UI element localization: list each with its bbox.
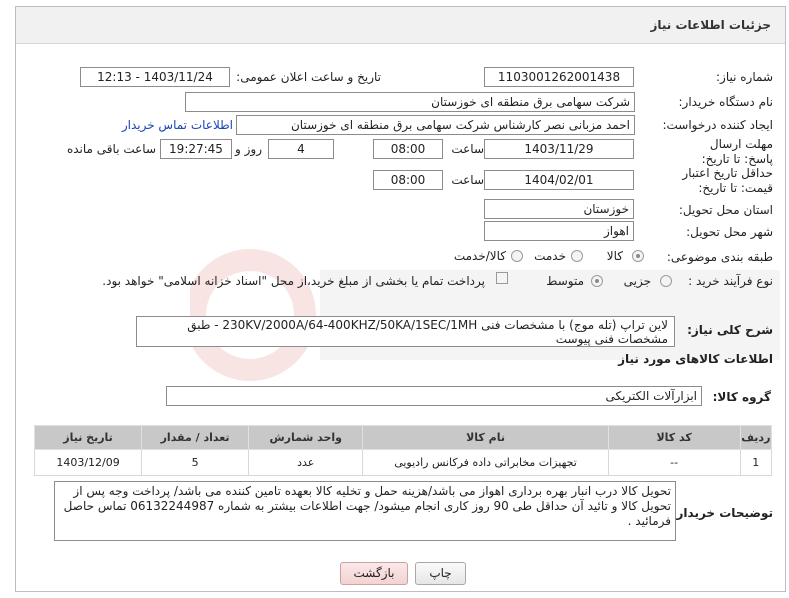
col-date: تاریخ نیاز xyxy=(33,425,143,450)
price-validity-text: حداقل تاریخ اعتبار قیمت: تا تاریخ: xyxy=(682,166,773,195)
category-service-label: خدمت xyxy=(534,249,566,263)
creator-label: ایجاد کننده درخواست: xyxy=(662,118,773,132)
price-time-field: 08:00 xyxy=(373,170,443,190)
process-label: نوع فرآیند خرید : xyxy=(688,274,773,288)
days-label: روز و xyxy=(235,142,262,156)
buyer-org-label: نام دستگاه خریدار: xyxy=(678,95,774,109)
buyer-notes-text: تحویل کالا درب انبار بهره برداری اهواز م… xyxy=(63,484,671,528)
treasury-checkbox[interactable] xyxy=(496,272,508,284)
buyer-notes-box: تحویل کالا درب انبار بهره برداری اهواز م… xyxy=(54,481,676,541)
announce-field: 1403/11/24 - 12:13 xyxy=(80,67,230,87)
reply-time-field: 08:00 xyxy=(373,139,443,159)
city-field: اهواز xyxy=(484,221,634,241)
process-minor-label: جزیی xyxy=(623,274,651,288)
reply-time-label: ساعت xyxy=(451,142,484,156)
category-goods-label: کالا xyxy=(606,249,623,263)
category-radio-goods[interactable] xyxy=(632,250,644,262)
cell-date: 1403/12/09 xyxy=(33,449,143,476)
cell-name: تجهیزات مخابراتی داده فرکانس رادیویی xyxy=(362,449,609,476)
back-button[interactable]: بازگشت xyxy=(340,562,408,585)
cell-code: -- xyxy=(607,449,741,476)
price-time-label: ساعت xyxy=(451,173,484,187)
col-name: نام کالا xyxy=(362,425,609,450)
panel-header: جزئیات اطلاعات نیاز xyxy=(16,7,785,44)
goods-table: ردیف کد کالا نام کالا واحد شمارش تعداد /… xyxy=(33,425,773,476)
remaining-time-field: 19:27:45 xyxy=(160,139,232,159)
creator-field: احمد مزبانی نصر کارشناس شرکت سهامی برق م… xyxy=(236,115,635,135)
description-text: لاین تراپ (تله موج) با مشخصات فنی 230KV/… xyxy=(187,318,668,346)
reply-date-field: 1403/11/29 xyxy=(484,139,634,159)
description-box: لاین تراپ (تله موج) با مشخصات فنی 230KV/… xyxy=(136,316,675,347)
category-radio-goods-service[interactable] xyxy=(511,250,523,262)
table-row: 1 -- تجهیزات مخابراتی داده فرکانس رادیوی… xyxy=(33,449,773,476)
goods-group-field: ابزارآلات الکتریکی xyxy=(166,386,702,406)
page-title: جزئیات اطلاعات نیاز xyxy=(650,18,771,32)
category-label: طبقه بندی موضوعی: xyxy=(666,250,773,264)
province-label: استان محل تحویل: xyxy=(678,203,773,217)
process-radio-minor[interactable] xyxy=(660,275,672,287)
category-goods-service-label: کالا/خدمت xyxy=(453,249,506,263)
col-row: ردیف xyxy=(739,425,773,450)
days-field: 4 xyxy=(268,139,334,159)
reply-deadline-label: مهلت ارسال پاسخ: تا تاریخ: xyxy=(683,137,773,167)
province-field: خوزستان xyxy=(484,199,634,219)
payment-note: پرداخت تمام یا بخشی از مبلغ خرید،از محل … xyxy=(102,274,485,288)
col-qty: تعداد / مقدار xyxy=(141,425,250,450)
need-number-field: 1103001262001438 xyxy=(484,67,634,87)
reply-deadline-text: مهلت ارسال پاسخ: تا تاریخ: xyxy=(701,137,773,166)
col-code: کد کالا xyxy=(607,425,741,450)
city-label: شهر محل تحویل: xyxy=(686,225,773,239)
remaining-label: ساعت باقی مانده xyxy=(66,142,156,156)
description-label: شرح کلی نیاز: xyxy=(687,323,773,337)
goods-info-title: اطلاعات کالاهای مورد نیاز xyxy=(618,352,773,366)
contact-info-link[interactable]: اطلاعات تماس خریدار xyxy=(122,118,233,132)
process-radio-medium[interactable] xyxy=(591,275,603,287)
announce-label: تاریخ و ساعت اعلان عمومی: xyxy=(236,70,381,84)
price-date-field: 1404/02/01 xyxy=(484,170,634,190)
cell-qty: 5 xyxy=(141,449,250,476)
category-radio-service[interactable] xyxy=(571,250,583,262)
buyer-notes-label: توضیحات خریدار: xyxy=(671,506,773,520)
need-number-label: شماره نیاز: xyxy=(716,70,773,84)
process-medium-label: متوسط xyxy=(546,274,584,288)
table-header-row: ردیف کد کالا نام کالا واحد شمارش تعداد /… xyxy=(33,425,773,450)
price-validity-label: حداقل تاریخ اعتبار قیمت: تا تاریخ: xyxy=(663,166,773,196)
goods-group-label: گروه کالا: xyxy=(712,390,771,404)
cell-unit: عدد xyxy=(248,449,364,476)
print-button[interactable]: چاپ xyxy=(415,562,466,585)
buyer-org-field: شرکت سهامی برق منطقه ای خوزستان xyxy=(185,92,635,112)
col-unit: واحد شمارش xyxy=(248,425,364,450)
cell-row: 1 xyxy=(739,449,773,476)
